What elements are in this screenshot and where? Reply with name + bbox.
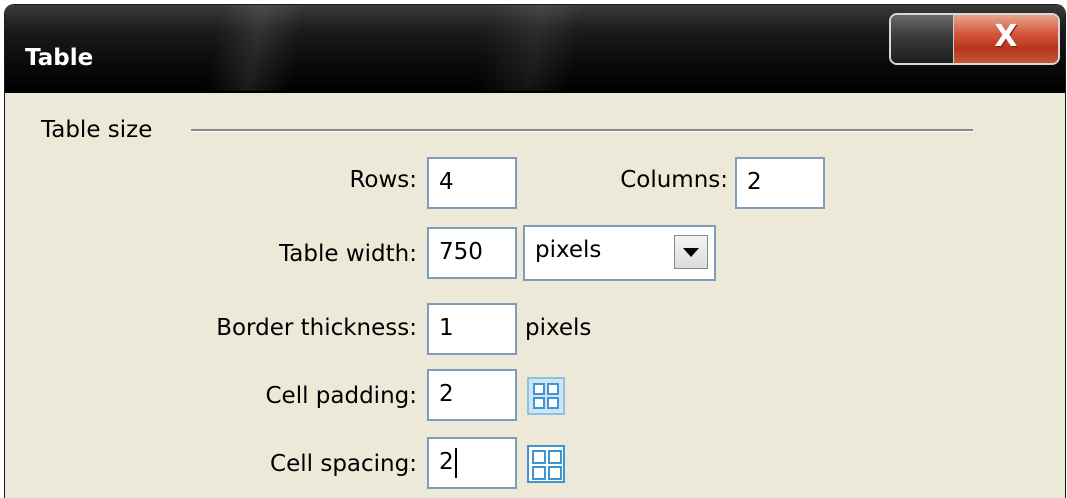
chevron-down-icon: [683, 247, 699, 257]
border-unit-label: pixels: [525, 315, 592, 341]
dialog-title: Table: [25, 45, 94, 71]
border-thickness-label: Border thickness:: [216, 315, 417, 341]
dropdown-button[interactable]: [674, 235, 708, 269]
table-size-group-label: Table size: [41, 117, 163, 143]
width-unit-select[interactable]: pixels: [523, 225, 716, 281]
caption-buttons: X: [889, 13, 1060, 65]
group-divider: [191, 129, 973, 132]
cell-padding-icon: [527, 377, 565, 415]
cell-padding-input[interactable]: 2: [427, 369, 517, 421]
title-bar[interactable]: Table X: [5, 5, 1065, 93]
minimize-button[interactable]: [891, 15, 954, 63]
table-width-label: Table width:: [279, 241, 417, 267]
rows-input[interactable]: 4: [427, 157, 517, 209]
border-thickness-input[interactable]: 1: [427, 303, 517, 355]
cell-spacing-icon: [527, 445, 565, 483]
rows-label: Rows:: [349, 167, 417, 193]
dialog-body: Table size Rows: 4 Columns: 2 Table widt…: [5, 93, 1065, 498]
width-unit-value: pixels: [535, 237, 602, 263]
cell-spacing-input[interactable]: 2: [427, 437, 517, 489]
close-button[interactable]: X: [954, 15, 1058, 63]
cell-padding-label: Cell padding:: [265, 383, 417, 409]
table-dialog: Table X Table size Rows: 4 Columns: 2 Ta…: [4, 4, 1066, 498]
cell-spacing-value: 2: [439, 449, 454, 475]
columns-label: Columns:: [620, 167, 728, 193]
table-width-input[interactable]: 750: [427, 227, 517, 279]
cell-spacing-label: Cell spacing:: [270, 451, 417, 477]
close-icon: X: [994, 19, 1018, 54]
columns-input[interactable]: 2: [735, 157, 825, 209]
text-cursor: [454, 447, 457, 478]
